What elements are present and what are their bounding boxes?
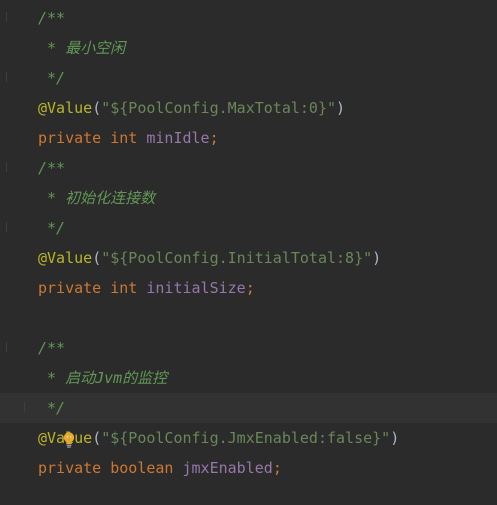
annotation-string: "${PoolConfig.InitialTotal:8}": [101, 249, 373, 267]
code-line[interactable]: * 初始化连接数: [0, 183, 497, 213]
paren-close: ): [390, 429, 400, 447]
field-name: jmxEnabled: [182, 459, 273, 477]
paren-open: (: [92, 99, 102, 117]
code-line[interactable]: * 启动Jvm的监控: [0, 363, 497, 393]
field-declaration: private int minIdle;: [38, 123, 219, 153]
paren-open: (: [92, 249, 102, 267]
semicolon: ;: [272, 459, 282, 477]
annotation-string: "${PoolConfig.JmxEnabled:false}": [101, 429, 391, 447]
code-line[interactable]: private int minIdle;: [0, 123, 497, 153]
javadoc-open: /**: [38, 339, 66, 357]
fold-marker[interactable]: [6, 72, 13, 82]
modifier-keyword: private: [38, 129, 102, 147]
annotation-name: @Value: [38, 429, 93, 447]
field-declaration: private int initialSize;: [38, 273, 255, 303]
code-line[interactable]: /**: [0, 153, 497, 183]
annotation-string: "${PoolConfig.MaxTotal:0}": [101, 99, 337, 117]
fold-marker[interactable]: [6, 162, 13, 172]
fold-marker[interactable]: [6, 342, 13, 352]
code-line-blank[interactable]: [0, 303, 497, 333]
code-line[interactable]: */: [0, 213, 497, 243]
code-editor[interactable]: /** * 最小空闲 */ @Value("${PoolConfig.MaxTo…: [0, 0, 497, 505]
javadoc-text: * 最小空闲: [38, 39, 126, 57]
paren-close: ): [372, 249, 382, 267]
annotation-statement: @Value("${PoolConfig.MaxTotal:0}"): [38, 93, 345, 123]
javadoc-open: /**: [38, 159, 66, 177]
semicolon: ;: [245, 279, 255, 297]
type-keyword: boolean: [110, 459, 174, 477]
modifier-keyword: private: [38, 279, 102, 297]
code-line[interactable]: @Value("${PoolConfig.JmxEnabled:false}"): [0, 423, 497, 453]
fold-marker[interactable]: [6, 12, 13, 22]
code-line-current[interactable]: */: [0, 393, 497, 448]
field-name: minIdle: [146, 129, 210, 147]
javadoc-close: */: [38, 69, 66, 87]
code-line[interactable]: private boolean jmxEnabled;: [0, 453, 497, 483]
code-line[interactable]: */: [0, 63, 497, 93]
code-line[interactable]: private int initialSize;: [0, 273, 497, 303]
fold-marker[interactable]: [6, 222, 13, 232]
type-keyword: int: [110, 129, 138, 147]
code-line[interactable]: /**: [0, 3, 497, 33]
annotation-name: @Value: [38, 249, 93, 267]
field-name: initialSize: [146, 279, 246, 297]
paren-open: (: [92, 429, 102, 447]
javadoc-text: * 启动Jvm的监控: [38, 369, 168, 387]
annotation-name: @Value: [38, 99, 93, 117]
javadoc-text: * 初始化连接数: [38, 189, 156, 207]
field-declaration: private boolean jmxEnabled;: [38, 453, 282, 483]
annotation-statement: @Value("${PoolConfig.InitialTotal:8}"): [38, 243, 381, 273]
modifier-keyword: private: [38, 459, 102, 477]
javadoc-close: */: [38, 399, 66, 417]
type-keyword: int: [110, 279, 138, 297]
code-line[interactable]: @Value("${PoolConfig.InitialTotal:8}"): [0, 243, 497, 273]
code-line[interactable]: * 最小空闲: [0, 33, 497, 63]
annotation-statement: @Value("${PoolConfig.JmxEnabled:false}"): [38, 423, 399, 453]
code-line[interactable]: /**: [0, 333, 497, 363]
lightbulb-icon[interactable]: [8, 399, 75, 448]
code-line[interactable]: @Value("${PoolConfig.MaxTotal:0}"): [0, 93, 497, 123]
fold-marker[interactable]: [24, 402, 31, 412]
paren-close: ): [336, 99, 346, 117]
javadoc-close: */: [38, 219, 66, 237]
semicolon: ;: [209, 129, 219, 147]
javadoc-open: /**: [38, 9, 66, 27]
